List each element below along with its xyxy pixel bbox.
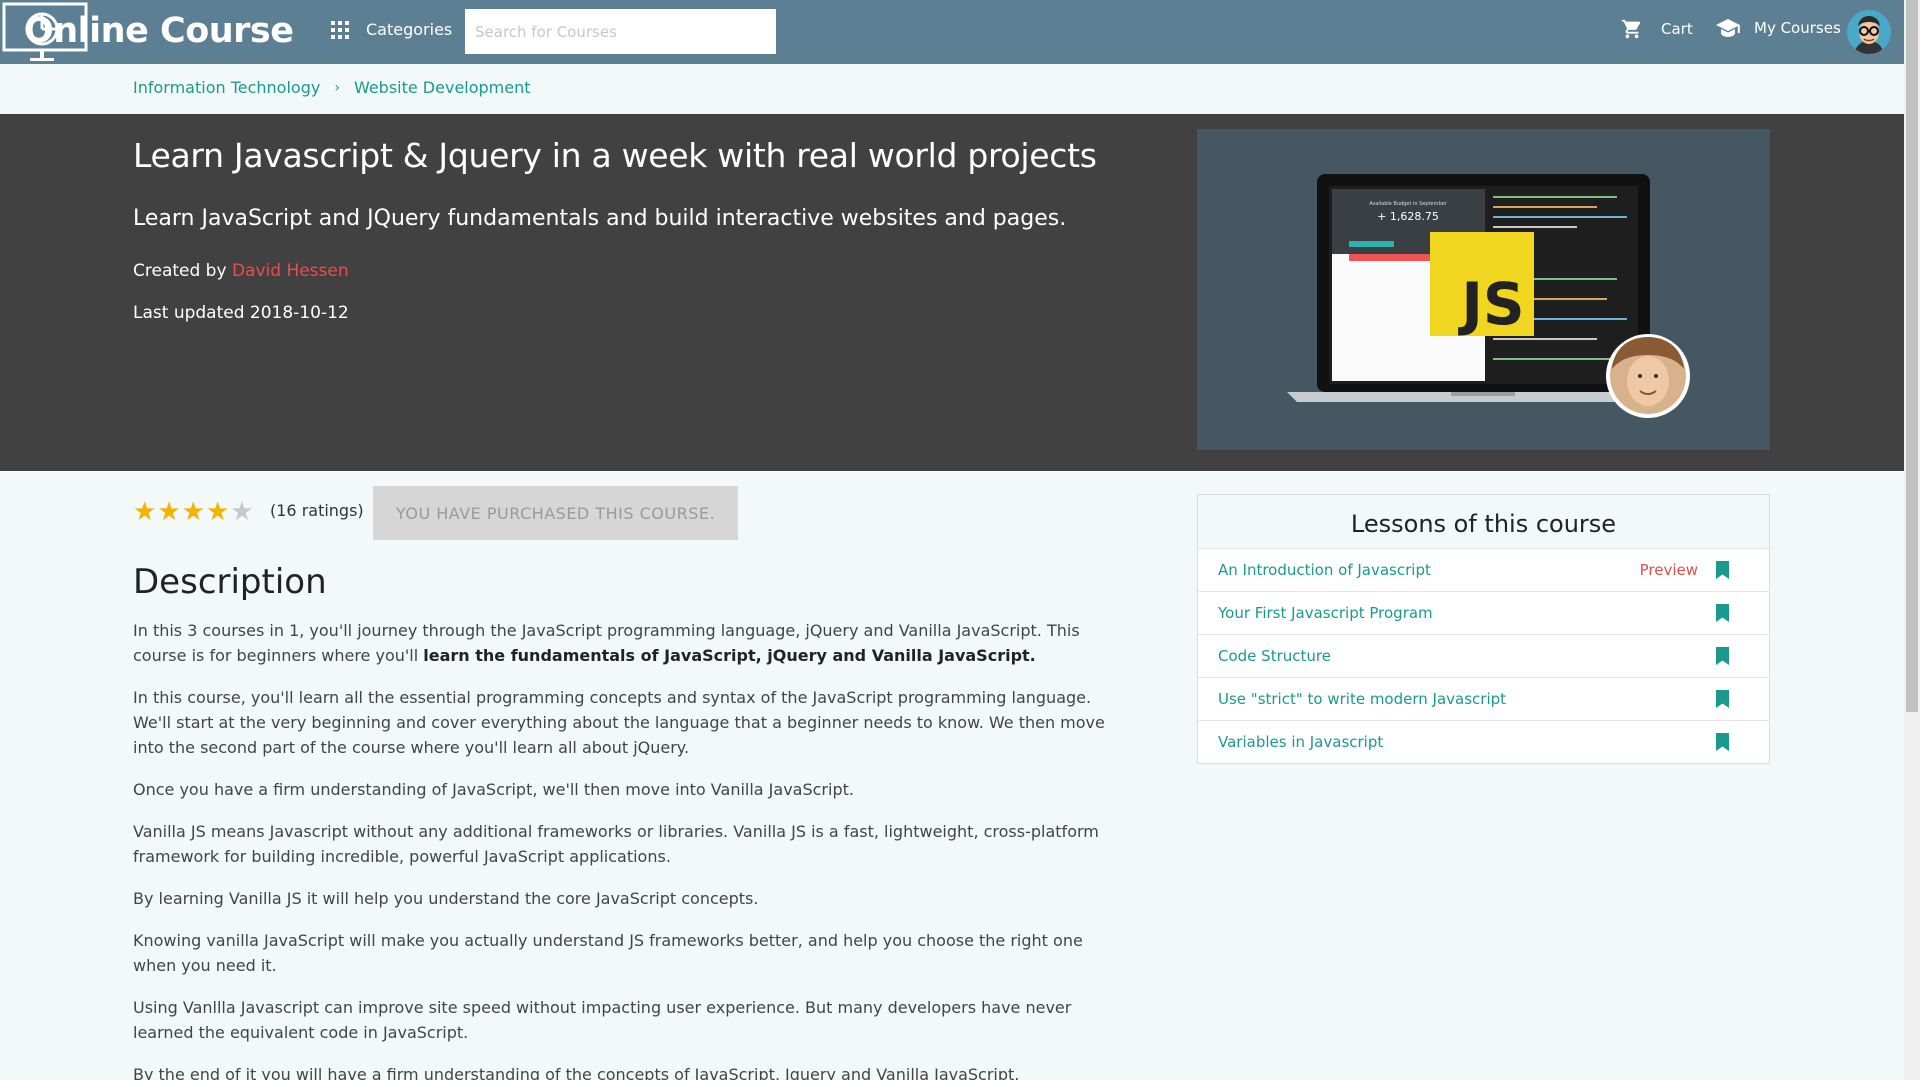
star-icon: ★ [181, 497, 205, 527]
description-title: Description [133, 562, 327, 602]
description-body: In this 3 courses in 1, you'll journey t… [133, 618, 1118, 1080]
scrollbar-thumb[interactable] [1906, 0, 1918, 712]
course-thumbnail: Available Budget in September + 1,628.75… [1197, 129, 1770, 450]
course-author-line: Created by David Hessen [133, 261, 349, 281]
star-icon: ★ [157, 497, 181, 527]
cart-link[interactable]: Cart [1621, 18, 1693, 40]
lesson-name[interactable]: Use "strict" to write modern Javascript [1218, 690, 1698, 708]
my-courses-label: My Courses [1754, 19, 1841, 37]
course-hero: Learn Javascript & Jquery in a week with… [0, 114, 1904, 471]
ratings-count: (16 ratings) [270, 501, 364, 520]
course-subtitle: Learn JavaScript and JQuery fundamentals… [133, 206, 1067, 231]
bookmark-icon[interactable] [1716, 604, 1729, 622]
lessons-title: Lessons of this course [1350, 510, 1617, 538]
description-paragraph: In this 3 courses in 1, you'll journey t… [133, 618, 1118, 668]
site-logo[interactable]: Online Course [2, 2, 294, 62]
author-link[interactable]: David Hessen [232, 261, 349, 281]
cart-icon [1621, 19, 1641, 39]
logo-text: Online Course [24, 11, 294, 51]
description-paragraph: Once you have a firm understanding of Ja… [133, 780, 854, 799]
avatar[interactable] [1847, 10, 1891, 54]
chevron-right-icon: › [334, 79, 340, 96]
created-by-label: Created by [133, 261, 227, 281]
purchased-button[interactable]: YOU HAVE PURCHASED THIS COURSE. [373, 486, 738, 540]
breadcrumb-item-information-technology[interactable]: Information Technology [133, 78, 320, 97]
graduation-cap-icon [1716, 19, 1740, 37]
budget-title: Available Budget in September [1369, 201, 1448, 207]
bookmark-icon[interactable] [1716, 561, 1729, 579]
lesson-item[interactable]: Use "strict" to write modern Javascript [1198, 677, 1769, 720]
lesson-name[interactable]: Variables in Javascript [1218, 733, 1698, 751]
top-navbar: Online Course Categories Cart My Courses [0, 0, 1904, 64]
lesson-name[interactable]: An Introduction of Javascript [1218, 561, 1640, 579]
lesson-item[interactable]: Variables in Javascript [1198, 720, 1769, 763]
last-updated-label: Last updated [133, 303, 245, 323]
description-paragraph: In this course, you'll learn all the ess… [133, 688, 1105, 757]
js-badge-text: JS [1457, 270, 1524, 338]
breadcrumb: Information Technology › Website Develop… [133, 78, 531, 97]
my-courses-link[interactable]: My Courses [1716, 18, 1841, 38]
description-paragraph: Vanilla JS means Javascript without any … [133, 822, 1099, 866]
lessons-panel: Lessons of this course An Introduction o… [1197, 494, 1770, 764]
description-paragraph: By the end of it you will have a firm un… [133, 1065, 1020, 1080]
description-paragraph: By learning Vanilla JS it will help you … [133, 889, 759, 908]
bookmark-icon[interactable] [1716, 647, 1729, 665]
lesson-item[interactable]: Your First Javascript Program [1198, 591, 1769, 634]
breadcrumb-item-website-development[interactable]: Website Development [354, 78, 531, 97]
rating-stars: ★ ★ ★ ★ ★ [133, 499, 255, 525]
lesson-item[interactable]: Code Structure [1198, 634, 1769, 677]
description-bold-text: learn the fundamentals of JavaScript, jQ… [423, 646, 1036, 665]
bookmark-icon[interactable] [1716, 690, 1729, 708]
star-icon: ★ [230, 497, 254, 527]
course-title: Learn Javascript & Jquery in a week with… [133, 136, 1097, 175]
budget-value: + 1,628.75 [1377, 210, 1439, 223]
lesson-item[interactable]: An Introduction of Javascript Preview [1198, 548, 1769, 591]
description-paragraph: Knowing vanilla JavaScript will make you… [133, 931, 1083, 975]
search-input[interactable] [465, 9, 776, 54]
description-paragraph: Using Vanllla Javascript can improve sit… [133, 998, 1072, 1042]
cart-label: Cart [1661, 20, 1693, 38]
star-icon: ★ [133, 497, 157, 527]
lesson-name[interactable]: Your First Javascript Program [1218, 604, 1698, 622]
avatar-face-icon [1847, 10, 1891, 54]
last-updated-date: 2018-10-12 [249, 303, 349, 323]
bookmark-icon[interactable] [1716, 733, 1729, 751]
last-updated-line: Last updated 2018-10-12 [133, 303, 349, 323]
star-icon: ★ [205, 497, 230, 527]
grid-icon [331, 20, 349, 39]
categories-label: Categories [366, 20, 453, 39]
lesson-name[interactable]: Code Structure [1218, 647, 1698, 665]
lesson-preview-link[interactable]: Preview [1640, 561, 1698, 579]
laptop-js-illustration: Available Budget in September + 1,628.75… [1197, 129, 1770, 450]
categories-menu[interactable]: Categories [331, 20, 452, 39]
